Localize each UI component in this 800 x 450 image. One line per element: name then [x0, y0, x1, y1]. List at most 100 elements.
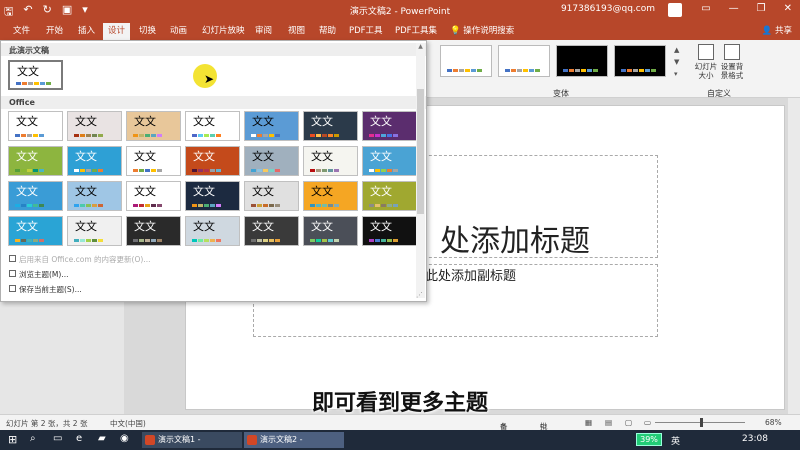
theme-mesh[interactable]: 文文	[126, 216, 181, 246]
office-update-icon	[9, 255, 16, 262]
theme-main-event[interactable]: 文文	[303, 146, 358, 176]
tell-me-search[interactable]: 💡 操作说明搜索	[450, 24, 514, 36]
slide-size-button[interactable]: 幻灯片大小	[692, 44, 720, 80]
theme-frame[interactable]: 文文	[244, 146, 299, 176]
variant-2[interactable]	[498, 45, 550, 77]
theme-ion[interactable]: 文文	[185, 111, 240, 141]
task-view-icon[interactable]: ▭	[53, 433, 62, 444]
taskbar-item-presentation-2[interactable]: 演示文稿2 - PowerPo...	[244, 432, 344, 448]
ribbon-tabs: 文件 开始 插入 设计 切换 动画 幻灯片放映 审阅 视图 帮助 PDF工具 P…	[0, 22, 800, 40]
theme-depth[interactable]: 文文	[67, 216, 122, 246]
theme-celestial[interactable]: 文文	[362, 216, 417, 246]
variant-1[interactable]	[440, 45, 492, 77]
save-theme-icon	[9, 285, 16, 292]
dropdown-scroll-thumb[interactable]	[417, 89, 424, 214]
tab-pdf-toolset[interactable]: PDF工具集	[390, 23, 442, 40]
taskbar: ⊞ ⌕ ▭ e ▰ ◉ 演示文稿1 - PowerPo... 演示文稿2 - P…	[0, 430, 800, 450]
search-icon[interactable]: ⌕	[30, 433, 36, 444]
zoom-level[interactable]: 68%	[765, 418, 782, 427]
tab-home[interactable]: 开始	[41, 23, 68, 40]
tab-slideshow[interactable]: 幻灯片放映	[197, 23, 250, 40]
format-background-button[interactable]: 设置背景格式	[718, 44, 746, 80]
more-icon[interactable]: ▾	[674, 68, 684, 80]
share-button[interactable]: 👤 共享	[762, 24, 792, 36]
this-presentation-header: 此演示文稿	[1, 43, 426, 56]
format-background-icon	[724, 44, 740, 60]
variant-3[interactable]	[556, 45, 608, 77]
theme-current[interactable]: 文文	[8, 60, 63, 90]
theme-droplet[interactable]: 文文	[67, 181, 122, 211]
resize-grip-icon[interactable]: ⋰	[416, 291, 423, 299]
tab-file[interactable]: 文件	[8, 23, 35, 40]
ribbon-display-icon[interactable]: ▭	[701, 3, 710, 14]
tab-pdf-tools[interactable]: PDF工具	[344, 23, 388, 40]
office-header: Office	[1, 96, 426, 109]
theme-integral[interactable]: 文文	[126, 111, 181, 141]
normal-view-icon[interactable]: ▦	[585, 418, 592, 427]
theme-retrospect[interactable]: 文文	[303, 111, 358, 141]
theme-crop[interactable]: 文文	[362, 181, 417, 211]
save-theme-link[interactable]: 保存当前主题(S)...	[9, 284, 82, 295]
slideshow-view-icon[interactable]: ▭	[644, 418, 651, 427]
theme-ion-board[interactable]: 文文	[244, 111, 299, 141]
app-icon[interactable]: ◉	[120, 433, 129, 444]
title-bar: 🖫 ↶ ↻ ▣ ▾ 演示文稿2 - PowerPoint 917386193@q…	[0, 0, 800, 22]
language-indicator[interactable]: 中文(中国)	[110, 418, 146, 429]
theme-feathered[interactable]: 文文	[303, 216, 358, 246]
tab-help[interactable]: 帮助	[314, 23, 341, 40]
chevron-down-icon[interactable]: ▼	[674, 56, 684, 68]
enable-office-updates-link: 启用来自 Office.com 的内容更新(O)...	[9, 254, 150, 265]
theme-parcel[interactable]: 文文	[362, 146, 417, 176]
sorter-view-icon[interactable]: ▤	[605, 418, 612, 427]
slide-counter: 幻灯片 第 2 张，共 2 张	[6, 419, 88, 428]
status-bar: 幻灯片 第 2 张，共 2 张 中文(中国) ≡ 备注 ▭ 批注 ▦ ▤ ▢ ▭…	[0, 414, 800, 442]
theme-dividend[interactable]: 文文	[185, 146, 240, 176]
theme-quotable[interactable]: 文文	[185, 216, 240, 246]
theme-berlin[interactable]: 文文	[185, 181, 240, 211]
folder-icon[interactable]: ▰	[98, 433, 106, 444]
windows-start-icon[interactable]: ⊞	[8, 433, 17, 446]
avatar[interactable]	[668, 3, 682, 17]
battery-indicator[interactable]: 39%	[636, 433, 662, 446]
theme-savon[interactable]: 文文	[8, 181, 63, 211]
close-button[interactable]: ✕	[784, 3, 792, 14]
tab-animations[interactable]: 动画	[165, 23, 192, 40]
browse-themes-link[interactable]: 浏览主题(M)...	[9, 269, 68, 280]
scroll-up-icon[interactable]: ▲	[416, 43, 425, 50]
tab-transitions[interactable]: 切换	[134, 23, 161, 40]
ime-indicator[interactable]: 英	[671, 434, 680, 447]
mouse-cursor-icon: ➤	[204, 72, 215, 86]
window-controls: ▭ — ❐ ✕	[701, 3, 792, 14]
chevron-up-icon[interactable]: ▲	[674, 44, 684, 56]
dropdown-scrollbar[interactable]: ▲	[416, 43, 425, 298]
zoom-slider-thumb[interactable]	[700, 418, 703, 427]
account-email[interactable]: 917386193@qq.com	[561, 4, 655, 14]
theme-vapor[interactable]: 文文	[126, 181, 181, 211]
theme-organic[interactable]: 文文	[362, 111, 417, 141]
video-caption: 即可看到更多主题	[311, 391, 488, 416]
theme-gallery[interactable]: 文文	[244, 181, 299, 211]
tab-view[interactable]: 视图	[283, 23, 310, 40]
variants-scroll[interactable]: ▲ ▼ ▾	[674, 44, 684, 80]
minimize-button[interactable]: —	[729, 3, 739, 14]
tab-review[interactable]: 审阅	[250, 23, 277, 40]
theme-basis[interactable]: 文文	[126, 146, 181, 176]
reading-view-icon[interactable]: ▢	[625, 418, 632, 427]
tab-insert[interactable]: 插入	[73, 23, 100, 40]
tab-design[interactable]: 设计	[103, 23, 131, 40]
lightbulb-icon: 💡	[450, 26, 464, 36]
theme-wisp[interactable]: 文文	[67, 146, 122, 176]
variant-4[interactable]	[614, 45, 666, 77]
edge-icon[interactable]: e	[76, 433, 82, 444]
theme-facet[interactable]: 文文	[67, 111, 122, 141]
theme-slice[interactable]: 文文	[8, 146, 63, 176]
vertical-scrollbar[interactable]	[788, 98, 800, 414]
taskbar-item-presentation-1[interactable]: 演示文稿1 - PowerPo...	[142, 432, 242, 448]
theme-badge[interactable]: 文文	[8, 216, 63, 246]
maximize-button[interactable]: ❐	[757, 3, 766, 14]
theme-view[interactable]: 文文	[244, 216, 299, 246]
theme-office[interactable]: 文文	[8, 111, 63, 141]
slide-size-icon	[698, 44, 714, 60]
clock[interactable]: 23:08	[742, 434, 768, 444]
theme-circuit[interactable]: 文文	[303, 181, 358, 211]
